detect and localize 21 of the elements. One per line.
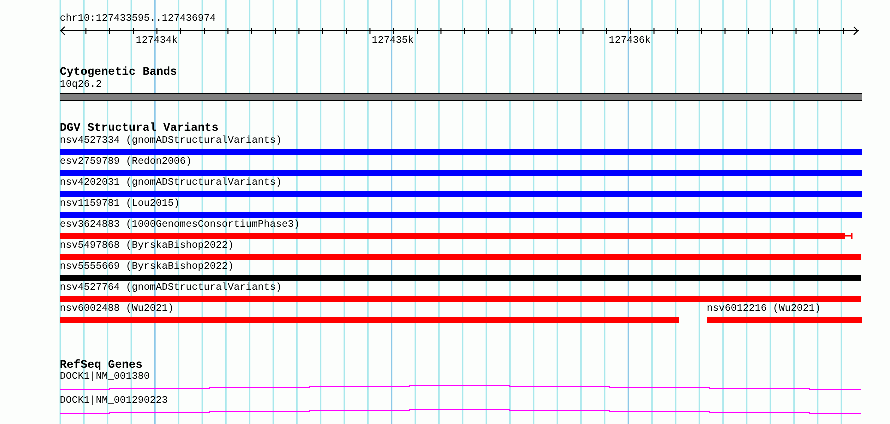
feature-label: 10q26.2 — [60, 80, 102, 92]
feature-label: esv3624883 (1000GenomesConsortiumPhase3) — [60, 220, 300, 232]
tick-label: 127435k — [372, 36, 414, 48]
feature-label: nsv5497868 (ByrskaBishop2022) — [60, 241, 234, 253]
region-label: chr10:127433595..127436974 — [60, 14, 216, 25]
feature-label: DOCK1|NM_001380 — [60, 372, 150, 384]
feature-label: nsv6012216 (Wu2021) — [707, 304, 822, 316]
end-cap-icon — [845, 233, 853, 239]
feature-label: DOCK1|NM_001290223 — [60, 396, 168, 408]
feature-label: nsv4202031 (gnomADStructuralVariants) — [60, 178, 282, 190]
feature-label: nsv6002488 (Wu2021) — [60, 304, 174, 316]
feature-label: nsv4527764 (gnomADStructuralVariants) — [60, 283, 282, 295]
tick-label: 127434k — [136, 36, 178, 48]
feature-label: nsv4527334 (gnomADStructuralVariants) — [60, 136, 282, 148]
feature-label: esv2759789 (Redon2006) — [60, 157, 192, 169]
feature-label: nsv5555669 (ByrskaBishop2022) — [60, 262, 234, 274]
track-title: RefSeq Genes — [60, 359, 143, 372]
tick-label: 127436k — [609, 36, 651, 48]
feature-label: nsv1159781 (Lou2015) — [60, 199, 180, 211]
track-title: DGV Structural Variants — [60, 122, 219, 135]
track-title: Cytogenetic Bands — [60, 66, 178, 79]
